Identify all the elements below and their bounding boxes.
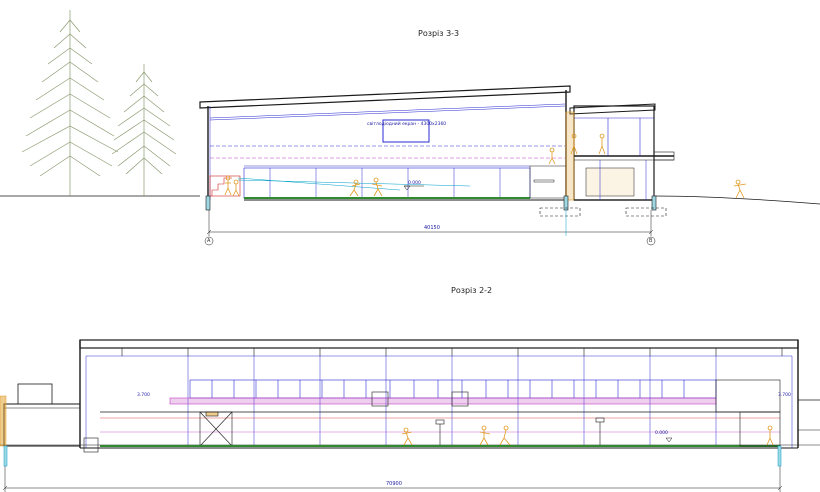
bleachers [209, 175, 241, 197]
annex-block [565, 103, 675, 201]
tree-large [21, 10, 119, 196]
architectural-section-drawing [0, 10, 820, 492]
section-3-3-title: Розріз 3-3 [418, 29, 460, 38]
section-2-2 [0, 339, 820, 492]
axis-label-left: А [207, 238, 211, 244]
section-2-2-title: Розріз 2-2 [451, 286, 493, 295]
left-annex [0, 383, 99, 453]
led-screen-label: світлодіодний екран - 4300х2360 [367, 122, 447, 127]
section-3-3-dimension: 40150 [424, 225, 440, 231]
tree-small [111, 64, 177, 196]
dimension-70900 [2, 466, 783, 492]
main-roof [199, 85, 571, 109]
section-2-2-level-floor: 0.000 [655, 431, 668, 436]
right-annex [715, 379, 820, 447]
upper-windows [189, 379, 717, 399]
section-2-2-dimension: 70900 [386, 481, 402, 487]
axis-label-right: В [649, 238, 653, 244]
court-frame [243, 167, 531, 199]
roof-trusses [121, 348, 783, 356]
figures-court [401, 425, 774, 446]
figures-annex [548, 133, 747, 199]
braced-bay [199, 411, 233, 447]
section-3-3 [0, 10, 820, 246]
roof-slab [79, 339, 799, 349]
section-2-2-level-left: 3.700 [137, 393, 150, 398]
section-3-3-level-label: 0.000 [408, 181, 421, 186]
section-2-2-level-right: 3.700 [778, 393, 791, 398]
gallery-band [169, 397, 717, 405]
